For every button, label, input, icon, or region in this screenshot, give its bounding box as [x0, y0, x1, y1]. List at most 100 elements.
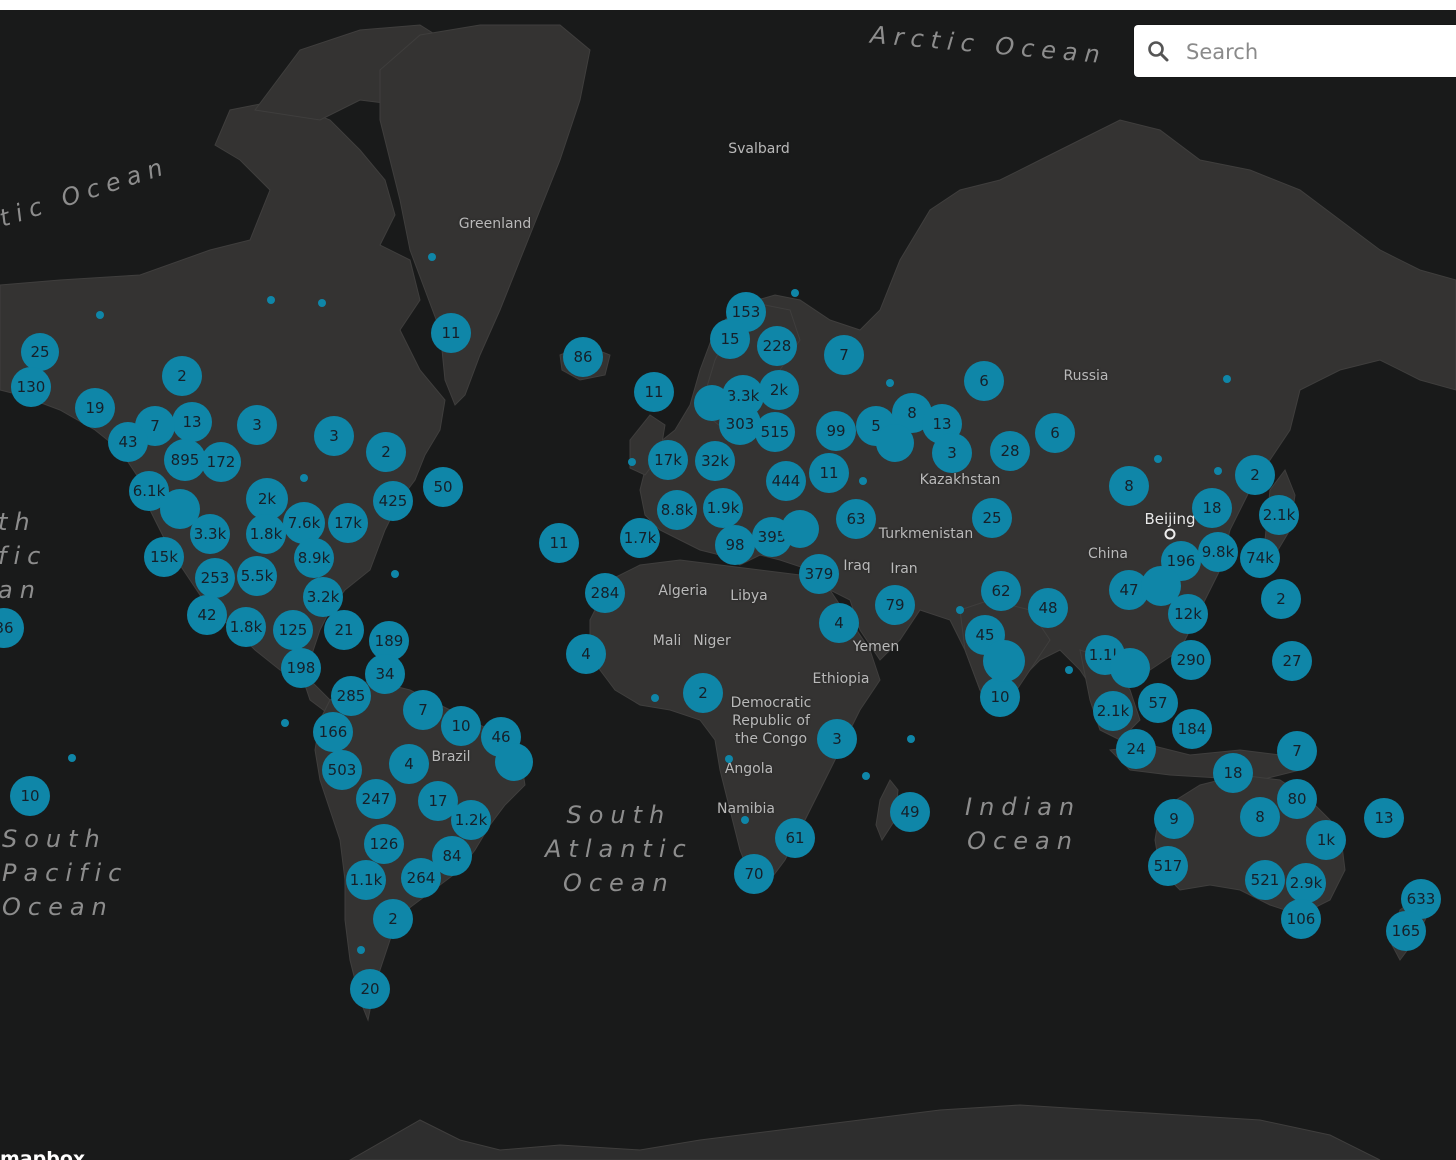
- cluster-marker[interactable]: 6: [964, 361, 1004, 401]
- cluster-marker[interactable]: 253: [195, 558, 235, 598]
- cluster-marker[interactable]: 10: [980, 677, 1020, 717]
- cluster-marker[interactable]: 2.1k: [1259, 495, 1299, 535]
- cluster-marker[interactable]: 9: [1154, 799, 1194, 839]
- cluster-marker[interactable]: 1.8k: [246, 514, 286, 554]
- point-marker[interactable]: [391, 570, 399, 578]
- cluster-marker[interactable]: 70: [734, 854, 774, 894]
- cluster-marker-unlabeled[interactable]: [495, 743, 533, 781]
- cluster-marker[interactable]: 285: [331, 676, 371, 716]
- cluster-marker[interactable]: 2k: [759, 370, 799, 410]
- search-input[interactable]: [1184, 35, 1456, 69]
- cluster-marker[interactable]: 10: [10, 776, 50, 816]
- point-marker[interactable]: [862, 772, 870, 780]
- cluster-marker[interactable]: 2: [1261, 579, 1301, 619]
- cluster-marker[interactable]: 18: [1213, 753, 1253, 793]
- cluster-marker-unlabeled[interactable]: [876, 424, 914, 462]
- cluster-marker[interactable]: 15: [710, 319, 750, 359]
- cluster-marker[interactable]: 247: [356, 779, 396, 819]
- search-box[interactable]: [1134, 25, 1456, 77]
- point-marker[interactable]: [741, 816, 749, 824]
- point-marker[interactable]: [725, 755, 733, 763]
- cluster-marker[interactable]: 1.1k: [346, 860, 386, 900]
- cluster-marker[interactable]: 86: [563, 337, 603, 377]
- cluster-marker[interactable]: 79: [875, 585, 915, 625]
- cluster-marker[interactable]: 8.9k: [294, 538, 334, 578]
- point-marker[interactable]: [956, 606, 964, 614]
- cluster-marker[interactable]: 1.8k: [226, 607, 266, 647]
- cluster-marker[interactable]: 379: [799, 554, 839, 594]
- cluster-marker[interactable]: 228: [757, 326, 797, 366]
- cluster-marker[interactable]: 7: [824, 335, 864, 375]
- cluster-marker[interactable]: 2: [162, 356, 202, 396]
- cluster-marker[interactable]: 18: [1192, 488, 1232, 528]
- cluster-marker[interactable]: 7: [403, 690, 443, 730]
- cluster-marker[interactable]: 20: [350, 969, 390, 1009]
- cluster-marker-unlabeled[interactable]: [694, 385, 730, 421]
- point-marker[interactable]: [267, 296, 275, 304]
- cluster-marker[interactable]: 3: [817, 719, 857, 759]
- cluster-marker[interactable]: 57: [1138, 683, 1178, 723]
- cluster-marker[interactable]: 17k: [648, 440, 688, 480]
- cluster-marker[interactable]: 2.1k: [1093, 691, 1133, 731]
- cluster-marker[interactable]: 1.9k: [703, 488, 743, 528]
- cluster-marker[interactable]: 28: [990, 431, 1030, 471]
- point-marker[interactable]: [1065, 666, 1073, 674]
- point-marker[interactable]: [300, 474, 308, 482]
- cluster-marker[interactable]: 6: [1035, 413, 1075, 453]
- cluster-marker[interactable]: 19: [75, 388, 115, 428]
- cluster-marker[interactable]: 8.8k: [657, 490, 697, 530]
- cluster-marker[interactable]: 172: [201, 442, 241, 482]
- point-marker[interactable]: [651, 694, 659, 702]
- cluster-marker[interactable]: 106: [1281, 899, 1321, 939]
- cluster-marker[interactable]: 165: [1386, 911, 1426, 951]
- cluster-marker[interactable]: 99: [816, 411, 856, 451]
- cluster-marker[interactable]: 1.7k: [620, 518, 660, 558]
- cluster-marker[interactable]: 11: [809, 453, 849, 493]
- cluster-marker-unlabeled[interactable]: [781, 510, 819, 548]
- cluster-marker[interactable]: 517: [1148, 846, 1188, 886]
- cluster-marker[interactable]: 25: [972, 498, 1012, 538]
- cluster-marker-unlabeled[interactable]: [1110, 648, 1150, 688]
- cluster-marker[interactable]: 425: [373, 481, 413, 521]
- cluster-marker[interactable]: 264: [401, 858, 441, 898]
- point-marker[interactable]: [96, 311, 104, 319]
- cluster-marker[interactable]: 130: [11, 367, 51, 407]
- cluster-marker[interactable]: 1.2k: [451, 800, 491, 840]
- cluster-marker[interactable]: 15k: [144, 537, 184, 577]
- cluster-marker[interactable]: 2: [1235, 455, 1275, 495]
- cluster-marker[interactable]: 48: [1028, 588, 1068, 628]
- cluster-marker[interactable]: 198: [281, 648, 321, 688]
- point-marker[interactable]: [1223, 375, 1231, 383]
- cluster-marker[interactable]: 10: [441, 706, 481, 746]
- cluster-marker[interactable]: 4: [389, 744, 429, 784]
- cluster-marker[interactable]: 98: [715, 525, 755, 565]
- cluster-marker[interactable]: 11: [634, 372, 674, 412]
- cluster-marker[interactable]: 61: [775, 818, 815, 858]
- cluster-marker[interactable]: 284: [585, 573, 625, 613]
- cluster-marker[interactable]: 32k: [695, 441, 735, 481]
- point-marker[interactable]: [428, 253, 436, 261]
- cluster-marker[interactable]: 3: [314, 416, 354, 456]
- cluster-marker[interactable]: 4: [819, 603, 859, 643]
- cluster-marker[interactable]: 4: [566, 634, 606, 674]
- cluster-marker[interactable]: 34: [365, 654, 405, 694]
- cluster-marker-unlabeled[interactable]: [1141, 566, 1181, 606]
- cluster-marker[interactable]: 2.9k: [1286, 863, 1326, 903]
- cluster-marker[interactable]: 7: [1277, 731, 1317, 771]
- point-marker[interactable]: [68, 754, 76, 762]
- point-marker[interactable]: [357, 946, 365, 954]
- cluster-marker[interactable]: 80: [1277, 779, 1317, 819]
- cluster-marker[interactable]: 3: [237, 405, 277, 445]
- cluster-marker[interactable]: 5.5k: [237, 556, 277, 596]
- point-marker[interactable]: [859, 477, 867, 485]
- point-marker[interactable]: [318, 299, 326, 307]
- point-marker[interactable]: [628, 458, 636, 466]
- cluster-marker[interactable]: 2: [373, 899, 413, 939]
- cluster-marker[interactable]: 13: [172, 402, 212, 442]
- cluster-marker[interactable]: 184: [1172, 709, 1212, 749]
- cluster-marker[interactable]: 63: [836, 499, 876, 539]
- cluster-marker[interactable]: 11: [539, 523, 579, 563]
- point-marker[interactable]: [791, 289, 799, 297]
- cluster-marker[interactable]: 17k: [328, 503, 368, 543]
- point-marker[interactable]: [1214, 467, 1222, 475]
